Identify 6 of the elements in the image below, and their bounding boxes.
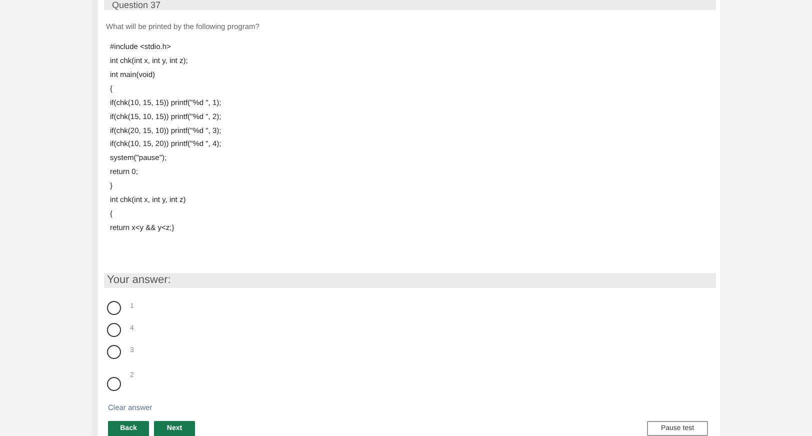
answer-heading: Your answer: bbox=[104, 272, 716, 288]
radio-button[interactable] bbox=[107, 376, 121, 391]
radio-button[interactable] bbox=[107, 344, 121, 359]
radio-button[interactable] bbox=[107, 322, 121, 337]
radio-button[interactable] bbox=[107, 300, 121, 315]
question-header: Question 37 bbox=[104, 0, 716, 10]
